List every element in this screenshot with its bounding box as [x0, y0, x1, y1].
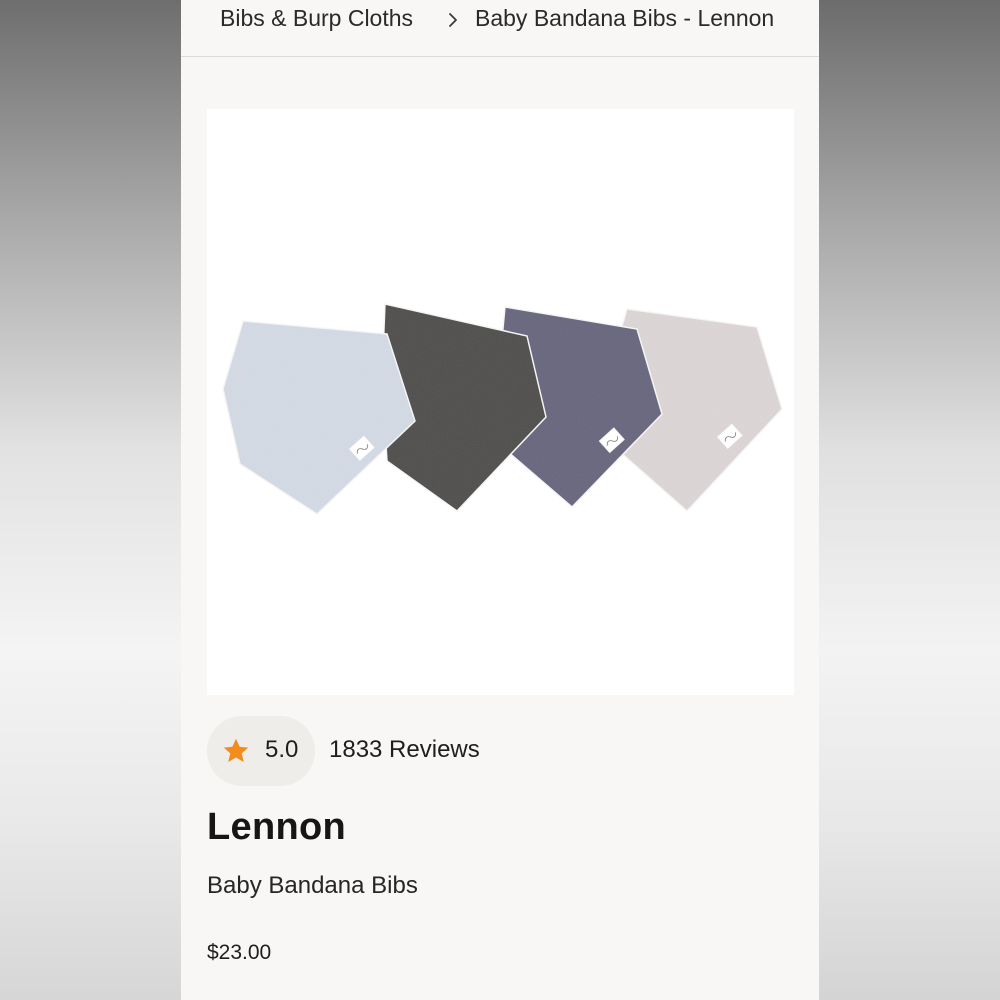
background-right: [819, 0, 1000, 1000]
breadcrumb-current: Baby Bandana Bibs - Lennon: [475, 5, 775, 31]
breadcrumb: Bibs & Burp Cloths Baby Bandana Bibs - L…: [181, 0, 819, 57]
product-subtitle: Baby Bandana Bibs: [207, 872, 418, 899]
product-price: $23.00: [207, 941, 272, 964]
star-icon: [223, 738, 249, 762]
breadcrumb-link-bibs-burp-cloths[interactable]: Bibs & Burp Cloths: [220, 5, 413, 32]
rating-value: 5.0: [265, 736, 299, 763]
product-image[interactable]: [207, 109, 794, 695]
bib-light-heather-blue: [222, 320, 416, 515]
product-title: Lennon: [207, 806, 346, 848]
background-left: [0, 0, 181, 1000]
rating-badge[interactable]: 5.0: [207, 716, 315, 786]
phone-screen: Bibs & Burp Cloths Baby Bandana Bibs - L…: [181, 0, 819, 1000]
reviews-link[interactable]: 1833 Reviews: [329, 736, 480, 764]
chevron-right-icon: [449, 13, 457, 27]
